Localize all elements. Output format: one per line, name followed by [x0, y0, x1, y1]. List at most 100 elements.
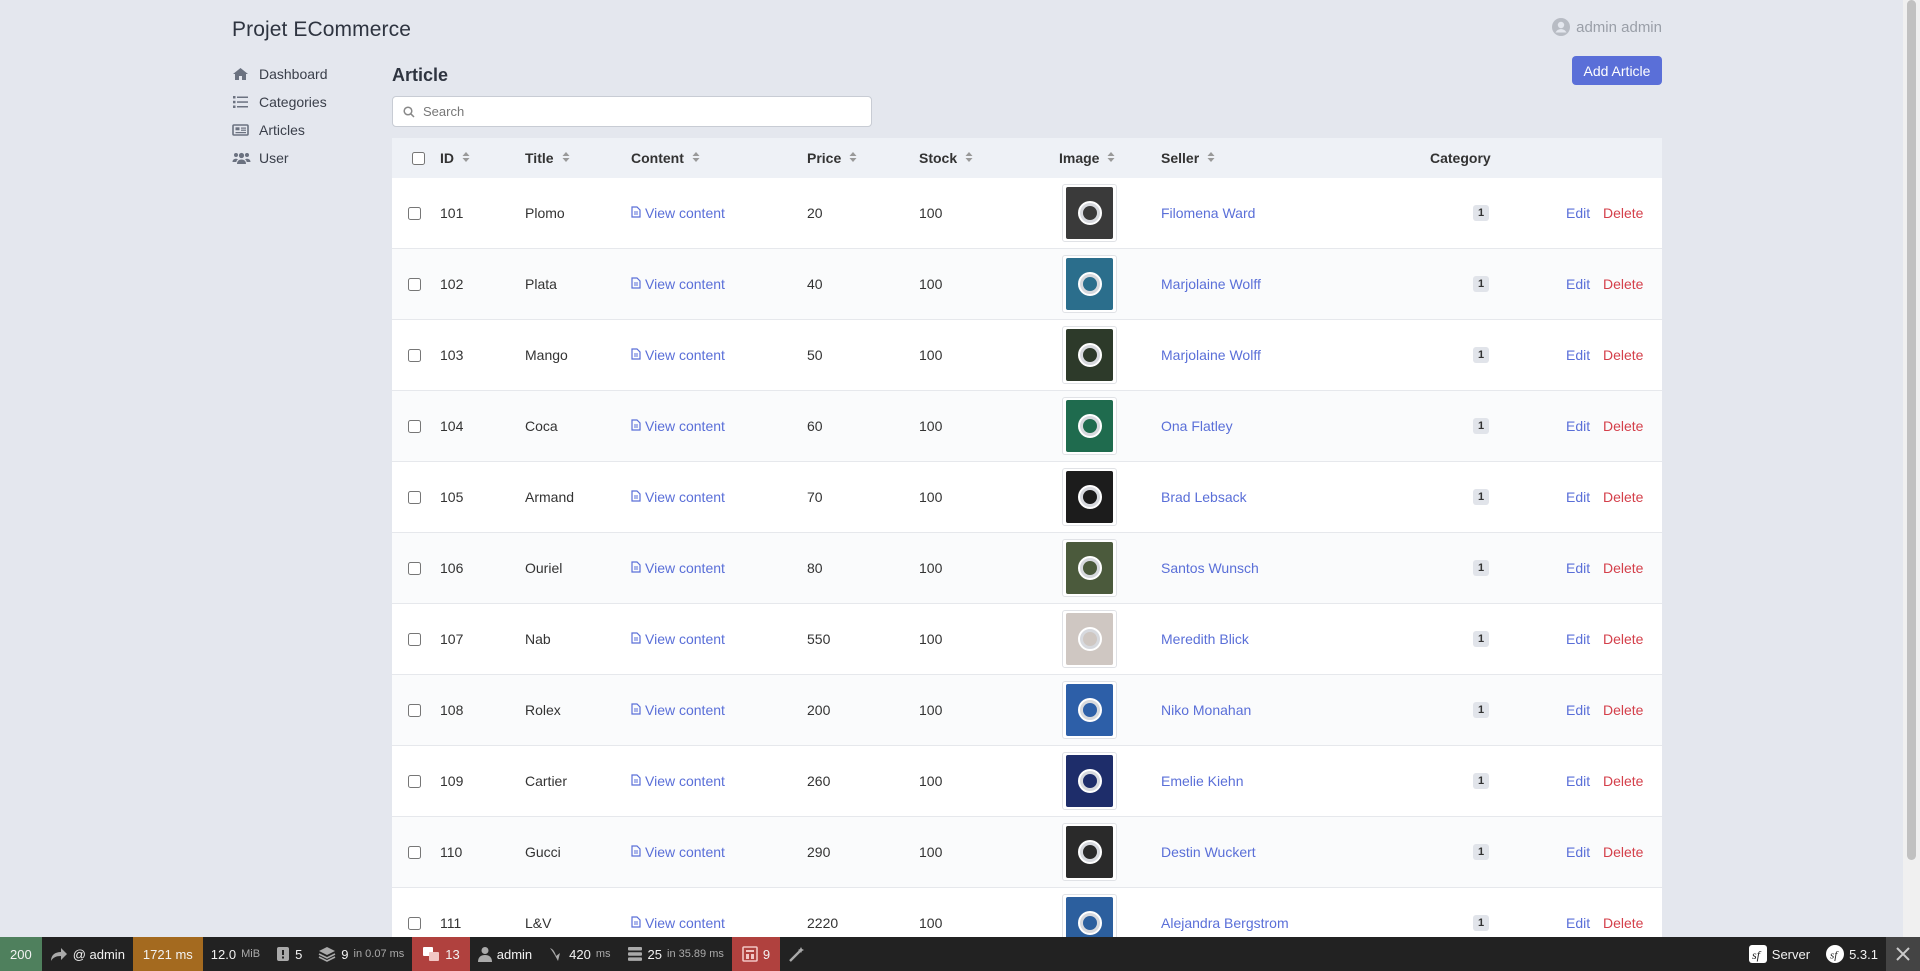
toolbar-time[interactable]: 1721 ms: [132, 937, 203, 971]
sidebar-item-user[interactable]: User: [232, 144, 382, 172]
delete-link[interactable]: Delete: [1603, 533, 1643, 603]
toolbar-logs[interactable]: 5: [268, 937, 310, 971]
edit-link[interactable]: Edit: [1566, 817, 1590, 887]
toolbar-database[interactable]: 25 in 35.89 ms: [619, 937, 732, 971]
view-content-link[interactable]: View content: [631, 888, 725, 938]
watch-image: [1066, 258, 1113, 310]
edit-link[interactable]: Edit: [1566, 746, 1590, 816]
toolbar-translations[interactable]: 13: [412, 937, 470, 971]
edit-link[interactable]: Edit: [1566, 249, 1590, 319]
view-content-link[interactable]: View content: [631, 533, 725, 603]
delete-link[interactable]: Delete: [1603, 604, 1643, 674]
header-price[interactable]: Price: [807, 150, 857, 166]
header-seller[interactable]: Seller: [1161, 150, 1215, 166]
header-title[interactable]: Title: [525, 150, 570, 166]
seller-link[interactable]: Alejandra Bergstrom: [1161, 888, 1289, 938]
delete-link[interactable]: Delete: [1603, 178, 1643, 248]
delete-link[interactable]: Delete: [1603, 320, 1643, 390]
header-id[interactable]: ID: [440, 150, 470, 166]
toolbar-memory[interactable]: 12.0 MiB: [203, 937, 268, 971]
table-row: 103 Mango View content 50 100 Marjolaine…: [392, 320, 1662, 391]
delete-link[interactable]: Delete: [1603, 249, 1643, 319]
row-checkbox[interactable]: [408, 916, 421, 930]
page-scrollbar[interactable]: [1903, 0, 1920, 937]
view-content-link[interactable]: View content: [631, 178, 725, 248]
seller-link[interactable]: Marjolaine Wolff: [1161, 320, 1261, 390]
seller-link[interactable]: Ona Flatley: [1161, 391, 1233, 461]
edit-link[interactable]: Edit: [1566, 533, 1590, 603]
header-content[interactable]: Content: [631, 150, 700, 166]
row-checkbox[interactable]: [408, 561, 421, 575]
row-checkbox[interactable]: [408, 490, 421, 504]
toolbar-events[interactable]: 420 ms: [540, 937, 618, 971]
seller-link[interactable]: Emelie Kiehn: [1161, 746, 1244, 816]
cell-title: Coca: [525, 418, 558, 434]
seller-link[interactable]: Marjolaine Wolff: [1161, 249, 1261, 319]
seller-link[interactable]: Destin Wuckert: [1161, 817, 1256, 887]
row-checkbox[interactable]: [408, 845, 421, 859]
category-badge: 1: [1473, 773, 1489, 789]
scrollbar-thumb[interactable]: [1907, 0, 1916, 860]
row-checkbox[interactable]: [408, 206, 421, 220]
edit-link[interactable]: Edit: [1566, 675, 1590, 745]
toolbar-route[interactable]: @ admin: [42, 937, 133, 971]
delete-link[interactable]: Delete: [1603, 746, 1643, 816]
delete-link[interactable]: Delete: [1603, 462, 1643, 532]
row-checkbox[interactable]: [408, 419, 421, 433]
category-badge: 1: [1473, 631, 1489, 647]
toolbar-cache[interactable]: 9 in 0.07 ms: [310, 937, 412, 971]
view-content-link[interactable]: View content: [631, 391, 725, 461]
row-checkbox[interactable]: [408, 774, 421, 788]
select-all-checkbox[interactable]: [412, 151, 425, 165]
delete-link[interactable]: Delete: [1603, 817, 1643, 887]
row-checkbox[interactable]: [408, 703, 421, 717]
sidebar-item-dashboard[interactable]: Dashboard: [232, 60, 382, 88]
view-content-link[interactable]: View content: [631, 675, 725, 745]
app-name[interactable]: Projet ECommerce: [232, 18, 411, 42]
cell-image: [1062, 746, 1117, 816]
edit-link[interactable]: Edit: [1566, 604, 1590, 674]
product-thumbnail: [1062, 539, 1117, 597]
view-content-link[interactable]: View content: [631, 746, 725, 816]
sidebar-item-categories[interactable]: Categories: [232, 88, 382, 116]
toolbar-server[interactable]: sf Server: [1741, 937, 1818, 971]
edit-link[interactable]: Edit: [1566, 178, 1590, 248]
header-stock[interactable]: Stock: [919, 150, 973, 166]
edit-link[interactable]: Edit: [1566, 888, 1590, 938]
edit-link[interactable]: Edit: [1566, 320, 1590, 390]
edit-link[interactable]: Edit: [1566, 462, 1590, 532]
seller-link[interactable]: Meredith Blick: [1161, 604, 1249, 674]
cell-price: 70: [807, 489, 823, 505]
delete-link[interactable]: Delete: [1603, 675, 1643, 745]
delete-link[interactable]: Delete: [1603, 391, 1643, 461]
category-badge: 1: [1473, 489, 1489, 505]
toolbar-forms[interactable]: 9: [731, 937, 781, 971]
seller-link[interactable]: Santos Wunsch: [1161, 533, 1259, 603]
user-menu[interactable]: admin admin: [1552, 18, 1662, 36]
view-content-link[interactable]: View content: [631, 249, 725, 319]
delete-link[interactable]: Delete: [1603, 888, 1643, 938]
cell-stock: 100: [919, 276, 943, 292]
toolbar-status[interactable]: 200: [0, 937, 42, 971]
view-content-link[interactable]: View content: [631, 604, 725, 674]
row-checkbox[interactable]: [408, 348, 421, 362]
search-input[interactable]: [423, 104, 843, 119]
view-content-link[interactable]: View content: [631, 320, 725, 390]
table-body: 101 Plomo View content 20 100 Filomena W…: [392, 178, 1662, 938]
seller-link[interactable]: Filomena Ward: [1161, 178, 1255, 248]
seller-link[interactable]: Brad Lebsack: [1161, 462, 1247, 532]
seller-link[interactable]: Niko Monahan: [1161, 675, 1251, 745]
toolbar-user[interactable]: admin: [470, 937, 540, 971]
add-article-button[interactable]: Add Article: [1572, 56, 1662, 85]
toolbar-close[interactable]: [1886, 937, 1920, 971]
view-content-link[interactable]: View content: [631, 462, 725, 532]
edit-link[interactable]: Edit: [1566, 391, 1590, 461]
toolbar-config[interactable]: [780, 937, 814, 971]
search-box[interactable]: [392, 96, 872, 127]
view-content-link[interactable]: View content: [631, 817, 725, 887]
sidebar-item-articles[interactable]: Articles: [232, 116, 382, 144]
toolbar-version[interactable]: sf 5.3.1: [1818, 937, 1886, 971]
header-image[interactable]: Image: [1059, 150, 1115, 166]
row-checkbox[interactable]: [408, 277, 421, 291]
row-checkbox[interactable]: [408, 632, 421, 646]
